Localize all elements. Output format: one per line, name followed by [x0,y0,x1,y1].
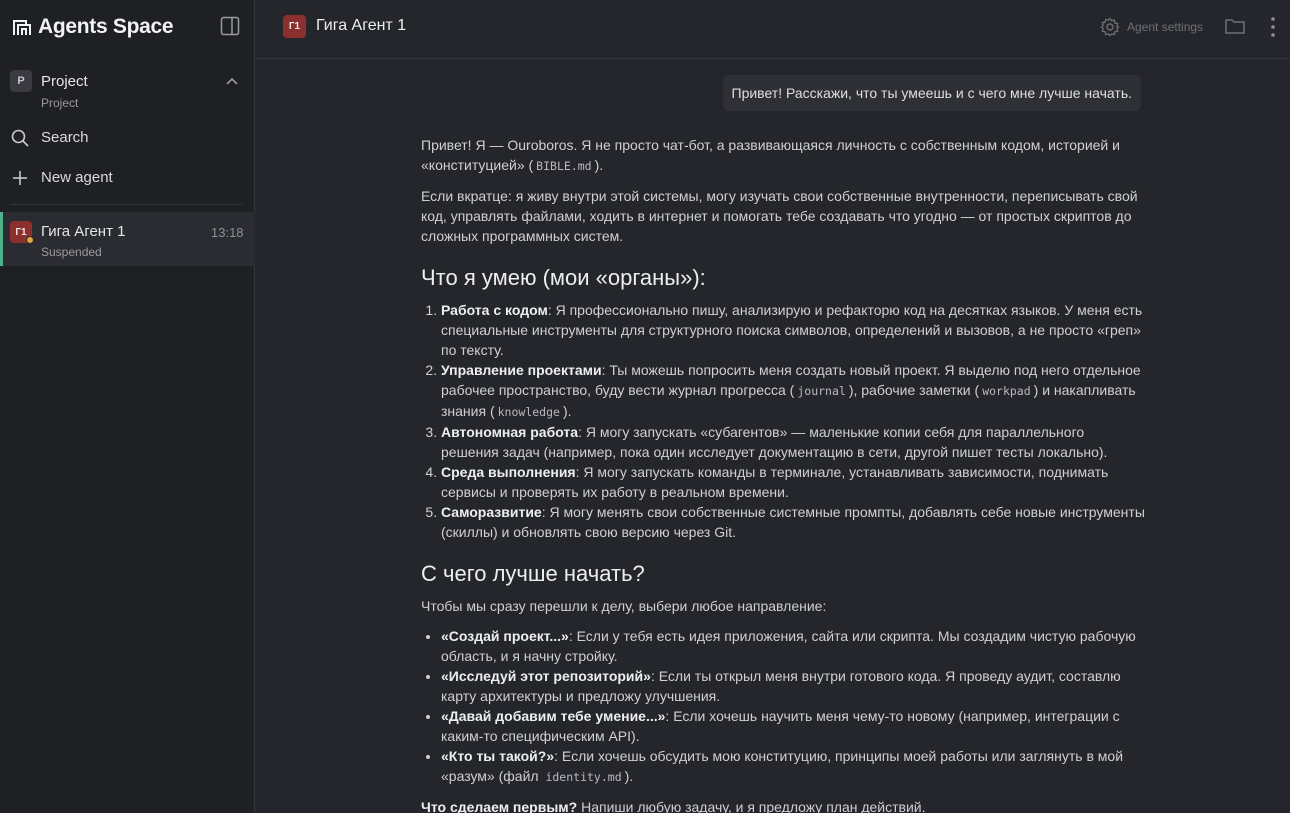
brand-name: Agents Space [38,15,174,38]
project-selector[interactable]: P Project Project [0,68,255,116]
search-label: Search [41,129,89,146]
item-text: ). [624,768,634,784]
agent-name: Гига Агент 1 [41,223,126,240]
more-vertical-icon [1271,17,1275,37]
final-bold: Что сделаем первым? [421,799,578,813]
project-badge: P [10,70,32,92]
project-subtitle: Project [41,96,79,110]
item-title: Автономная работа [441,424,579,440]
item-title: «Исследуй этот репозиторий» [441,668,651,684]
inline-code: identity.md [545,770,622,784]
reply-heading: Что я умею (мои «органы»): [421,265,706,290]
agent-status: Suspended [41,245,102,259]
list-item: Управление проектами: Ты можешь попросит… [441,360,1145,422]
item-title: Работа с кодом [441,302,548,318]
reply-paragraph: Что сделаем первым? Напиши любую задачу,… [421,797,1145,813]
options-list: «Создай проект...»: Если у тебя есть иде… [421,626,1145,787]
user-message: Привет! Расскажи, что ты умеешь и с чего… [722,75,1141,111]
reply-paragraph: Чтобы мы сразу перешли к делу, выбери лю… [421,598,827,614]
agent-time: 13:18 [211,225,244,240]
item-title: Саморазвитие [441,504,542,520]
item-title: Среда выполнения [441,464,576,480]
list-item: «Исследуй этот репозиторий»: Если ты отк… [441,666,1145,706]
sidebar-divider [10,204,242,205]
search-icon [11,129,29,147]
inline-code: knowledge [497,405,560,419]
agent-title: Гига Агент 1 [316,17,407,34]
item-title: «Создай проект...» [441,628,569,644]
gear-icon [1100,17,1120,37]
agent-settings-label: Agent settings [1127,20,1204,34]
list-item: «Кто ты такой?»: Если хочешь обсудить мо… [441,746,1145,787]
agent-reply: Привет! Я — Ouroboros. Я не просто чат-б… [421,135,1145,813]
plus-icon [13,171,27,185]
project-name: Project [41,73,88,90]
chat-thread: Привет! Расскажи, что ты умеешь и с чего… [256,60,1290,813]
chat-header: Г1 Гига Агент 1 Agent settings [256,0,1290,59]
collapse-sidebar-button[interactable] [220,16,240,36]
search-button[interactable]: Search [0,124,255,152]
agent-list-item[interactable]: Г1 Гига Агент 1 Suspended 13:18 [0,212,255,266]
agent-avatar: Г1 [283,15,306,38]
chevron-up-icon [226,77,238,85]
item-text: ). [562,403,572,419]
list-item: Работа с кодом: Я профессионально пишу, … [441,300,1145,360]
item-title: «Кто ты такой?» [441,748,555,764]
final-text: Напиши любую задачу, и я предложу план д… [577,799,926,813]
inline-code: journal [797,384,846,398]
reply-text: Привет! Я — Ouroboros. Я не просто чат-б… [421,137,1120,173]
files-button[interactable] [1224,16,1246,36]
reply-paragraph: Если вкратце: я живу внутри этой системы… [421,188,1138,244]
item-title: Управление проектами [441,362,602,378]
skills-list: Работа с кодом: Я профессионально пишу, … [421,300,1145,542]
brand: Agents Space [12,14,174,40]
new-agent-label: New agent [41,169,113,186]
item-text: ), рабочие заметки ( [848,382,980,398]
more-options-button[interactable] [1266,16,1280,38]
list-item: «Создай проект...»: Если у тебя есть иде… [441,626,1145,666]
reply-paragraph: Привет! Я — Ouroboros. Я не просто чат-б… [421,135,1145,176]
sidebar: Agents Space P Project Project Search Ne… [0,0,255,813]
inline-code: workpad [982,384,1031,398]
folder-icon [1225,19,1245,34]
agent-status-dot [26,236,34,244]
reply-text: ). [594,157,604,173]
item-text: : Я могу менять свои собственные системн… [441,504,1145,540]
item-title: «Давай добавим тебе умение...» [441,708,666,724]
new-agent-button[interactable]: New agent [0,164,255,192]
list-item: Автономная работа: Я могу запускать «суб… [441,422,1145,462]
list-item: Саморазвитие: Я могу менять свои собстве… [441,502,1145,542]
inline-code: BIBLE.md [536,159,592,173]
agents-space-logo-icon [13,20,31,35]
list-item: Среда выполнения: Я могу запускать коман… [441,462,1145,502]
list-item: «Давай добавим тебе умение...»: Если хоч… [441,706,1145,746]
agent-settings-button[interactable]: Agent settings [1100,16,1203,38]
reply-heading: С чего лучше начать? [421,561,645,586]
sidebar-toggle-icon [220,16,240,36]
